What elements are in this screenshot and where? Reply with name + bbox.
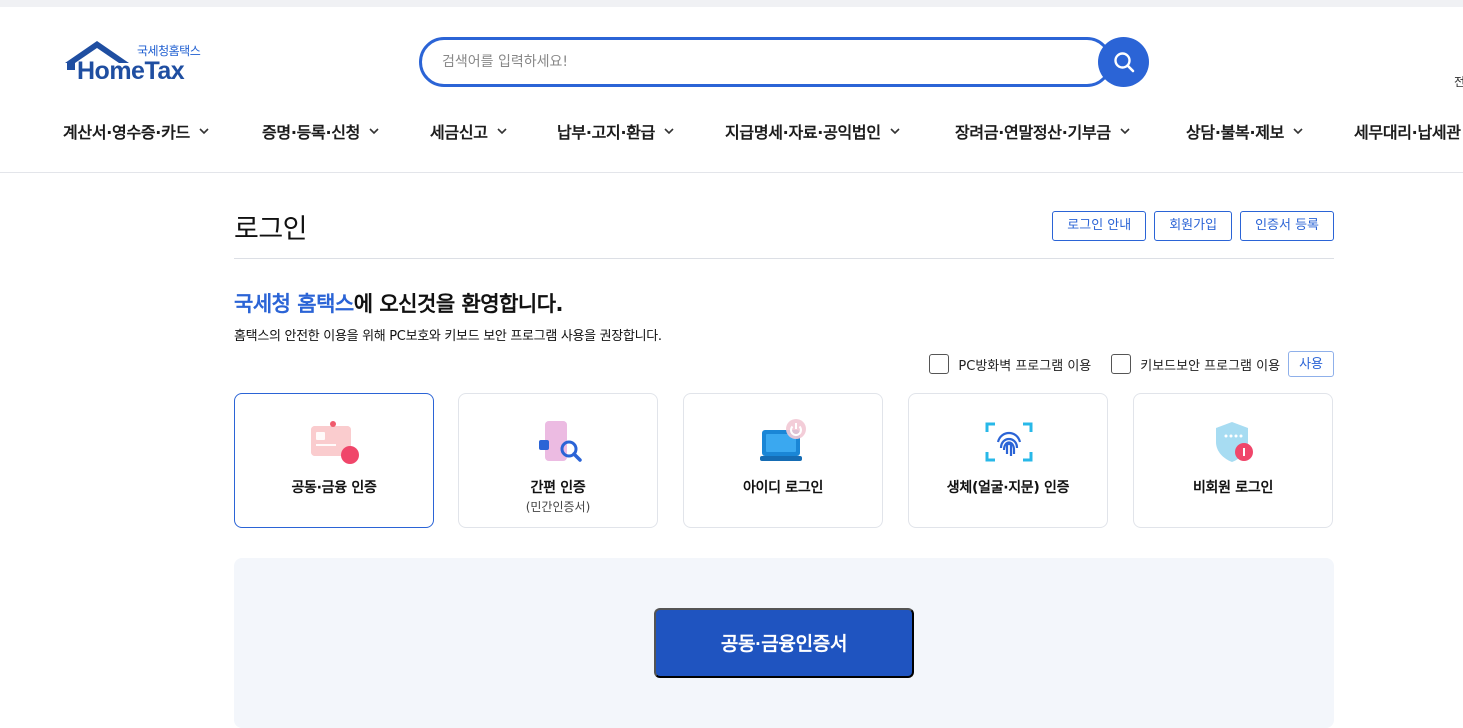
use-button[interactable]: 사용 [1288,351,1334,377]
top-strip [0,0,1463,7]
certificate-card-icon [311,421,359,464]
register-certificate-button[interactable]: 인증서 등록 [1240,211,1334,241]
chevron-down-icon [890,128,900,135]
login-method-biometric[interactable]: 생체(얼굴·지문) 인증 [908,393,1108,528]
header-edge-text[interactable]: 전 [1454,73,1463,90]
chevron-down-icon [1293,128,1303,135]
nav-item-statement[interactable]: 지급명세·자료·공익법인 [725,119,900,143]
fingerprint-icon [985,422,1033,462]
login-method-id[interactable]: 아이디 로그인 [683,393,883,528]
welcome-subtext: 홈택스의 안전한 이용을 위해 PC보호와 키보드 보안 프로그램 사용을 권장… [234,329,662,344]
keyboard-checkbox[interactable] [1111,354,1132,374]
chevron-down-icon [497,128,507,135]
nav-item-tax-report[interactable]: 세금신고 [430,119,507,143]
hometax-logo[interactable]: 국세청홈택스 HomeTax [63,40,223,90]
logo-main-text: HomeTax [77,57,185,85]
site-header: 국세청홈택스 HomeTax 전 계산서·영수증·카드 증명·등록·신청 세금신… [0,7,1463,173]
top-buttons: 로그인 안내 회원가입 인증서 등록 [1052,211,1334,241]
search-box [419,37,1112,87]
login-method-label: 간편 인증 [530,480,586,496]
security-options: PC방화벽 프로그램 이용 키보드보안 프로그램 이용 사용 [929,351,1334,377]
nav-label: 상담·불복·제보 [1186,123,1285,142]
login-method-sublabel: (민간인증서) [525,500,591,514]
firewall-label: PC방화벽 프로그램 이용 [958,358,1092,374]
nav-item-invoice[interactable]: 계산서·영수증·카드 [63,119,209,143]
nav-label: 장려금·연말정산·기부금 [955,123,1111,142]
nav-item-incentive[interactable]: 장려금·연말정산·기부금 [955,119,1130,143]
login-methods: 공동·금융 인증 간편 인증 (민간인증서) 아이디 로그인 생체(얼굴·지문)… [234,393,1334,528]
nav-item-certificate[interactable]: 증명·등록·신청 [262,119,379,143]
login-guide-button[interactable]: 로그인 안내 [1052,211,1147,241]
login-method-simple[interactable]: 간편 인증 (민간인증서) [458,393,658,528]
nav-label: 세무대리·납세관 [1354,123,1461,142]
nav-item-consult[interactable]: 상담·불복·제보 [1186,119,1303,143]
search-input[interactable] [442,51,1082,73]
nav-label: 계산서·영수증·카드 [63,123,190,142]
login-method-label: 공동·금융 인증 [291,480,377,496]
nav-item-agent[interactable]: 세무대리·납세관 [1354,119,1461,143]
login-method-guest[interactable]: 비회원 로그인 [1133,393,1333,528]
keyboard-option[interactable]: 키보드보안 프로그램 이용 [1111,354,1280,374]
certificate-panel: 공동·금융인증서 [234,558,1334,728]
nav-label: 납부·고지·환급 [557,123,656,142]
login-method-certificate[interactable]: 공동·금융 인증 [234,393,434,528]
laptop-power-icon [760,419,806,461]
shield-lock-icon [1216,422,1253,462]
certificate-login-button[interactable]: 공동·금융인증서 [654,608,914,678]
page-title: 로그인 [234,214,308,245]
welcome-rest: 에 오신것을 환영합니다. [353,292,564,316]
search-button[interactable] [1098,37,1149,87]
login-method-label: 생체(얼굴·지문) 인증 [946,480,1070,496]
phone-search-icon [539,421,582,462]
keyboard-label: 키보드보안 프로그램 이용 [1140,358,1281,374]
chevron-down-icon [1120,128,1130,135]
main-nav: 계산서·영수증·카드 증명·등록·신청 세금신고 납부·고지·환급 지급명세·자… [0,119,1463,149]
login-method-label: 아이디 로그인 [742,480,824,496]
welcome-highlight: 국세청 홈택스 [234,292,354,316]
signup-button[interactable]: 회원가입 [1154,211,1233,241]
title-row: 로그인 로그인 안내 회원가입 인증서 등록 [234,207,1334,259]
firewall-option[interactable]: PC방화벽 프로그램 이용 [929,354,1091,374]
chevron-down-icon [664,128,674,135]
firewall-checkbox[interactable] [929,354,950,374]
welcome-heading: 국세청 홈택스에 오신것을 환영합니다. [234,288,564,318]
login-method-label: 비회원 로그인 [1192,480,1274,496]
chevron-down-icon [369,128,379,135]
nav-label: 증명·등록·신청 [262,123,361,142]
nav-item-payment[interactable]: 납부·고지·환급 [557,119,674,143]
nav-label: 지급명세·자료·공익법인 [725,123,881,142]
nav-label: 세금신고 [430,123,488,142]
chevron-down-icon [199,128,209,135]
search-icon [1113,52,1134,73]
